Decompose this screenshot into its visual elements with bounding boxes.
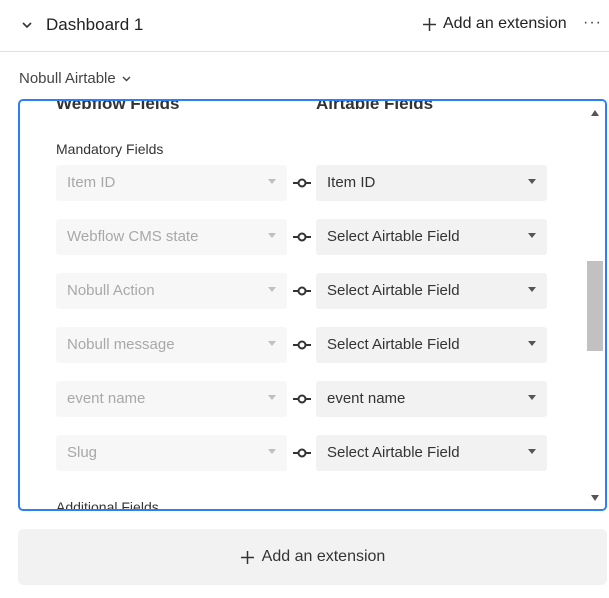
add-extension-header-label: Add an extension <box>443 15 567 32</box>
webflow-field-value: Nobull message <box>67 336 175 353</box>
caret-down-icon <box>528 449 536 454</box>
extension-title: Nobull Airtable <box>19 70 116 87</box>
airtable-field-select[interactable]: event name <box>316 381 547 417</box>
dashboard-title[interactable]: Dashboard 1 <box>46 15 143 35</box>
add-extension-label: Add an extension <box>261 548 386 565</box>
airtable-field-select[interactable]: Select Airtable Field <box>316 219 547 255</box>
link-connector-icon <box>293 340 311 350</box>
caret-down-icon <box>268 341 276 346</box>
airtable-field-select[interactable]: Item ID <box>316 165 547 201</box>
dashboard-header: Dashboard 1 Add an extension ··· <box>0 0 609 52</box>
more-options-icon[interactable]: ··· <box>583 14 602 32</box>
webflow-field-value: Webflow CMS state <box>67 228 199 245</box>
field-mapping-row: Item ID Item ID <box>56 165 548 201</box>
link-connector-icon <box>293 394 311 404</box>
caret-down-icon <box>268 287 276 292</box>
plus-icon <box>423 17 436 31</box>
webflow-field-value: event name <box>67 390 146 407</box>
additional-fields-label: Additional Fields <box>56 499 159 509</box>
webflow-field-value: Slug <box>67 444 98 461</box>
caret-down-icon <box>528 341 536 346</box>
field-mapping-row: event name event name <box>56 381 548 417</box>
webflow-field-select: Slug <box>56 435 287 471</box>
plus-icon <box>240 550 254 564</box>
link-connector-icon <box>293 232 311 242</box>
webflow-field-select: Nobull Action <box>56 273 287 309</box>
link-connector-icon <box>293 178 311 188</box>
scroll-down-arrow-icon[interactable] <box>591 495 599 501</box>
webflow-fields-heading: Webflow Fields <box>56 101 180 113</box>
add-extension-button[interactable]: Add an extension <box>18 529 607 585</box>
airtable-field-select[interactable]: Select Airtable Field <box>316 273 547 309</box>
field-mapping-row: Slug Select Airtable Field <box>56 435 548 471</box>
webflow-field-value: Nobull Action <box>67 282 155 299</box>
airtable-field-value: Select Airtable Field <box>327 336 460 353</box>
webflow-field-select: event name <box>56 381 287 417</box>
extension-content: Webflow Fields Airtable Fields Mandatory… <box>20 101 585 509</box>
airtable-field-select[interactable]: Select Airtable Field <box>316 435 547 471</box>
caret-down-icon <box>528 233 536 238</box>
scroll-thumb[interactable] <box>587 261 603 351</box>
link-connector-icon <box>293 286 311 296</box>
airtable-field-value: event name <box>327 390 406 407</box>
scroll-up-arrow-icon[interactable] <box>591 110 599 116</box>
airtable-field-value: Item ID <box>327 174 376 191</box>
airtable-field-value: Select Airtable Field <box>327 228 460 245</box>
extension-frame: Webflow Fields Airtable Fields Mandatory… <box>18 99 607 511</box>
extension-title-dropdown[interactable]: Nobull Airtable <box>19 70 132 87</box>
caret-down-icon <box>268 395 276 400</box>
scrollbar[interactable] <box>585 101 605 509</box>
chevron-down-icon[interactable] <box>20 18 34 32</box>
link-connector-icon <box>293 448 311 458</box>
mandatory-fields-label: Mandatory Fields <box>56 141 164 157</box>
chevron-down-icon <box>122 76 131 82</box>
caret-down-icon <box>268 449 276 454</box>
caret-down-icon <box>268 179 276 184</box>
add-extension-header-button[interactable]: Add an extension <box>422 15 567 33</box>
webflow-field-select: Item ID <box>56 165 287 201</box>
webflow-field-select: Webflow CMS state <box>56 219 287 255</box>
caret-down-icon <box>528 287 536 292</box>
field-mapping-row: Nobull message Select Airtable Field <box>56 327 548 363</box>
caret-down-icon <box>268 233 276 238</box>
airtable-field-select[interactable]: Select Airtable Field <box>316 327 547 363</box>
field-mapping-row: Nobull Action Select Airtable Field <box>56 273 548 309</box>
airtable-field-value: Select Airtable Field <box>327 444 460 461</box>
webflow-field-select: Nobull message <box>56 327 287 363</box>
airtable-fields-heading: Airtable Fields <box>316 101 434 113</box>
field-mapping-row: Webflow CMS state Select Airtable Field <box>56 219 548 255</box>
caret-down-icon <box>528 179 536 184</box>
caret-down-icon <box>528 395 536 400</box>
airtable-field-value: Select Airtable Field <box>327 282 460 299</box>
webflow-field-value: Item ID <box>67 174 116 191</box>
